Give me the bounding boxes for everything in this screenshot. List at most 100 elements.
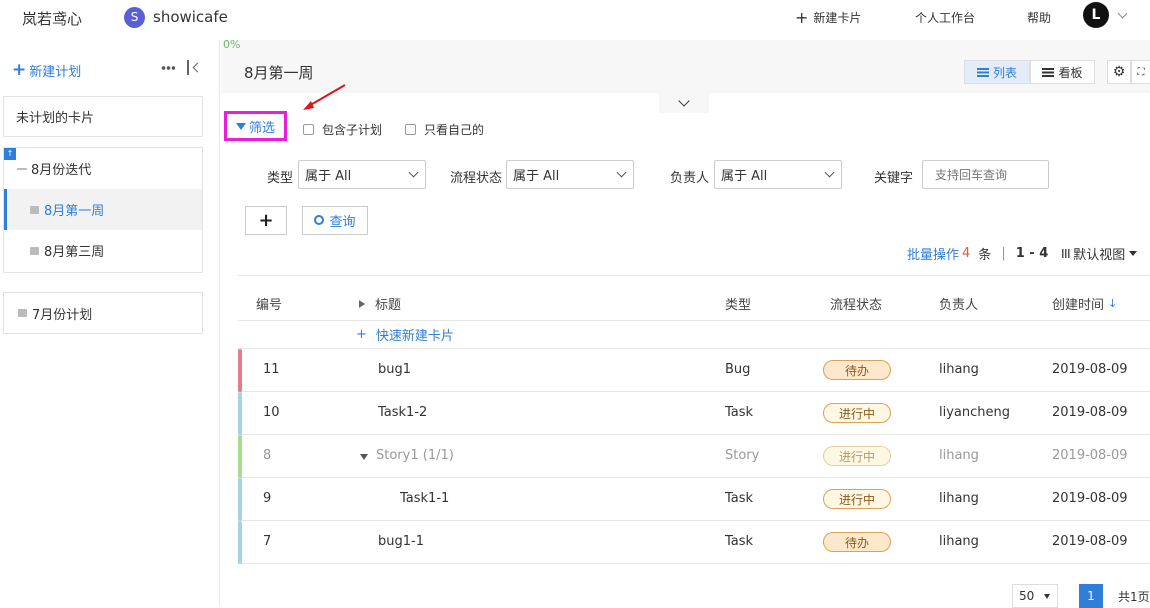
avatar: L: [1083, 2, 1109, 28]
view-board-button[interactable]: 看板: [1030, 60, 1095, 84]
result-count: 4: [962, 246, 971, 261]
sidebar-item-july[interactable]: 7月份计划: [3, 292, 203, 334]
default-view-select[interactable]: 默认视图: [1062, 244, 1138, 263]
type-filter-select[interactable]: 属于 All: [298, 160, 426, 189]
collapse-minus-icon: [17, 167, 27, 170]
new-card-button[interactable]: + 新建卡片: [795, 6, 861, 28]
include-sub-label: 包含子计划: [322, 123, 383, 137]
row-owner: lihang: [939, 448, 979, 463]
plus-icon: +: [12, 60, 27, 80]
page-current[interactable]: 1: [1079, 584, 1103, 608]
row-created: 2019-08-09: [1052, 491, 1128, 506]
settings-button[interactable]: ⚙: [1107, 60, 1131, 84]
brand-name[interactable]: 岚若鸢心: [22, 8, 82, 29]
annotation-arrow: [303, 84, 346, 110]
sidebar-item-iteration[interactable]: 8月份迭代: [4, 148, 202, 189]
new-plan-label: 新建计划: [29, 64, 82, 80]
only-mine-checkbox[interactable]: 只看自己的: [405, 121, 484, 138]
sidebar-item-label: 7月份计划: [32, 307, 93, 323]
col-title-label: 标题: [375, 298, 402, 313]
expand-icon: ⛶: [1137, 66, 1145, 78]
only-mine-label: 只看自己的: [424, 123, 485, 137]
query-button[interactable]: 查询: [302, 206, 368, 235]
table-row[interactable]: 9 Task1-1 Task 进行中 lihang 2019-08-09: [238, 478, 1150, 521]
new-plan-button[interactable]: + 新建计划: [12, 60, 81, 80]
row-id: 10: [263, 405, 280, 420]
list-icon: [976, 67, 989, 77]
sidebar-item-label: 8月第一周: [44, 204, 105, 219]
project-switcher[interactable]: S showicafe: [124, 6, 228, 28]
type-filter-value: 属于 All: [305, 169, 352, 184]
workspace-link[interactable]: 个人工作台: [915, 6, 975, 28]
page-size-value: 50: [1019, 589, 1035, 603]
status-filter-select[interactable]: 属于 All: [506, 160, 634, 189]
col-status[interactable]: 流程状态: [830, 294, 882, 313]
row-type: Bug: [725, 362, 751, 377]
row-created: 2019-08-09: [1052, 448, 1128, 463]
filter-label: 筛选: [248, 120, 275, 136]
filter-button[interactable]: 筛选: [224, 111, 287, 141]
row-type-color-bar: [238, 435, 242, 478]
page-range: 1 - 4: [1015, 246, 1049, 261]
type-filter-label: 类型: [267, 171, 294, 186]
fullscreen-button[interactable]: ⛶: [1131, 60, 1150, 84]
include-sub-checkbox[interactable]: 包含子计划: [303, 121, 382, 138]
sidebar-item-week1[interactable]: 8月第一周: [4, 189, 202, 230]
row-type: Task: [725, 491, 754, 506]
row-title[interactable]: bug1: [378, 362, 411, 377]
unplanned-cards-item[interactable]: 未计划的卡片: [3, 96, 203, 137]
table-row[interactable]: 7 bug1-1 Task 待办 lihang 2019-08-09: [238, 521, 1150, 564]
sidebar-item-label: 8月第三周: [44, 245, 105, 260]
row-created: 2019-08-09: [1052, 362, 1128, 377]
row-title[interactable]: Story1 (1/1): [376, 448, 454, 463]
row-owner: lihang: [939, 491, 979, 506]
view-list-button[interactable]: 列表: [964, 60, 1030, 84]
col-owner[interactable]: 负责人: [939, 294, 978, 313]
page-size-select[interactable]: 50: [1012, 584, 1058, 608]
chevron-down-icon: [408, 167, 419, 178]
col-created-label: 创建时间: [1052, 298, 1105, 313]
sidebar-item-week3[interactable]: 8月第三周: [4, 230, 202, 271]
keyword-input[interactable]: [922, 160, 1049, 189]
top-bar: 岚若鸢心 S showicafe + 新建卡片 个人工作台 帮助 L: [0, 0, 1150, 34]
owner-filter-select[interactable]: 属于 All: [714, 160, 842, 189]
keyword-label: 关键字: [874, 171, 914, 186]
batch-ops-link[interactable]: 批量操作: [907, 244, 959, 263]
collapse-filter-button[interactable]: [659, 93, 709, 113]
col-id[interactable]: 编号: [256, 294, 282, 313]
row-title[interactable]: Task1-1: [400, 491, 449, 506]
table-row[interactable]: 10 Task1-2 Task 进行中 liyancheng 2019-08-09: [238, 392, 1150, 435]
more-icon[interactable]: [161, 66, 175, 70]
status-badge: 待办: [823, 532, 891, 552]
divider: |: [1001, 246, 1006, 261]
collapse-sidebar-icon[interactable]: [187, 60, 203, 76]
page-title: 8月第一周: [244, 64, 314, 82]
col-type[interactable]: 类型: [725, 294, 751, 313]
progress-text: 0%: [223, 38, 241, 51]
chevron-down-icon: [824, 167, 835, 178]
iteration-group: ↑ 8月份迭代 8月第一周 8月第三周: [3, 147, 203, 273]
col-title[interactable]: 标题: [359, 294, 401, 313]
unplanned-cards-label: 未计划的卡片: [16, 111, 95, 126]
row-id: 11: [263, 362, 280, 377]
row-owner: lihang: [939, 362, 979, 377]
help-link[interactable]: 帮助: [1027, 6, 1051, 28]
plus-icon: +: [795, 7, 809, 27]
columns-icon: [1062, 249, 1071, 258]
row-type-color-bar: [238, 521, 242, 564]
add-filter-button[interactable]: +: [245, 206, 287, 235]
user-menu[interactable]: L: [1083, 2, 1128, 28]
col-created[interactable]: 创建时间 ↓: [1052, 294, 1117, 313]
table-row[interactable]: 11 bug1 Bug 待办 lihang 2019-08-09: [238, 349, 1150, 392]
row-id: 7: [263, 534, 272, 549]
quick-new-card[interactable]: + 快速新建卡片: [238, 321, 1150, 349]
row-id: 8: [263, 448, 272, 463]
chevron-down-icon: [1117, 8, 1128, 18]
row-title[interactable]: Task1-2: [378, 405, 427, 420]
row-title[interactable]: bug1-1: [378, 534, 424, 549]
row-type-color-bar: [238, 349, 242, 392]
gear-icon: ⚙: [1112, 64, 1126, 80]
view-board-label: 看板: [1058, 65, 1083, 80]
table-row[interactable]: 8 Story1 (1/1) Story 进行中 lihang 2019-08-09: [238, 435, 1150, 478]
expand-caret-icon[interactable]: [360, 454, 368, 460]
